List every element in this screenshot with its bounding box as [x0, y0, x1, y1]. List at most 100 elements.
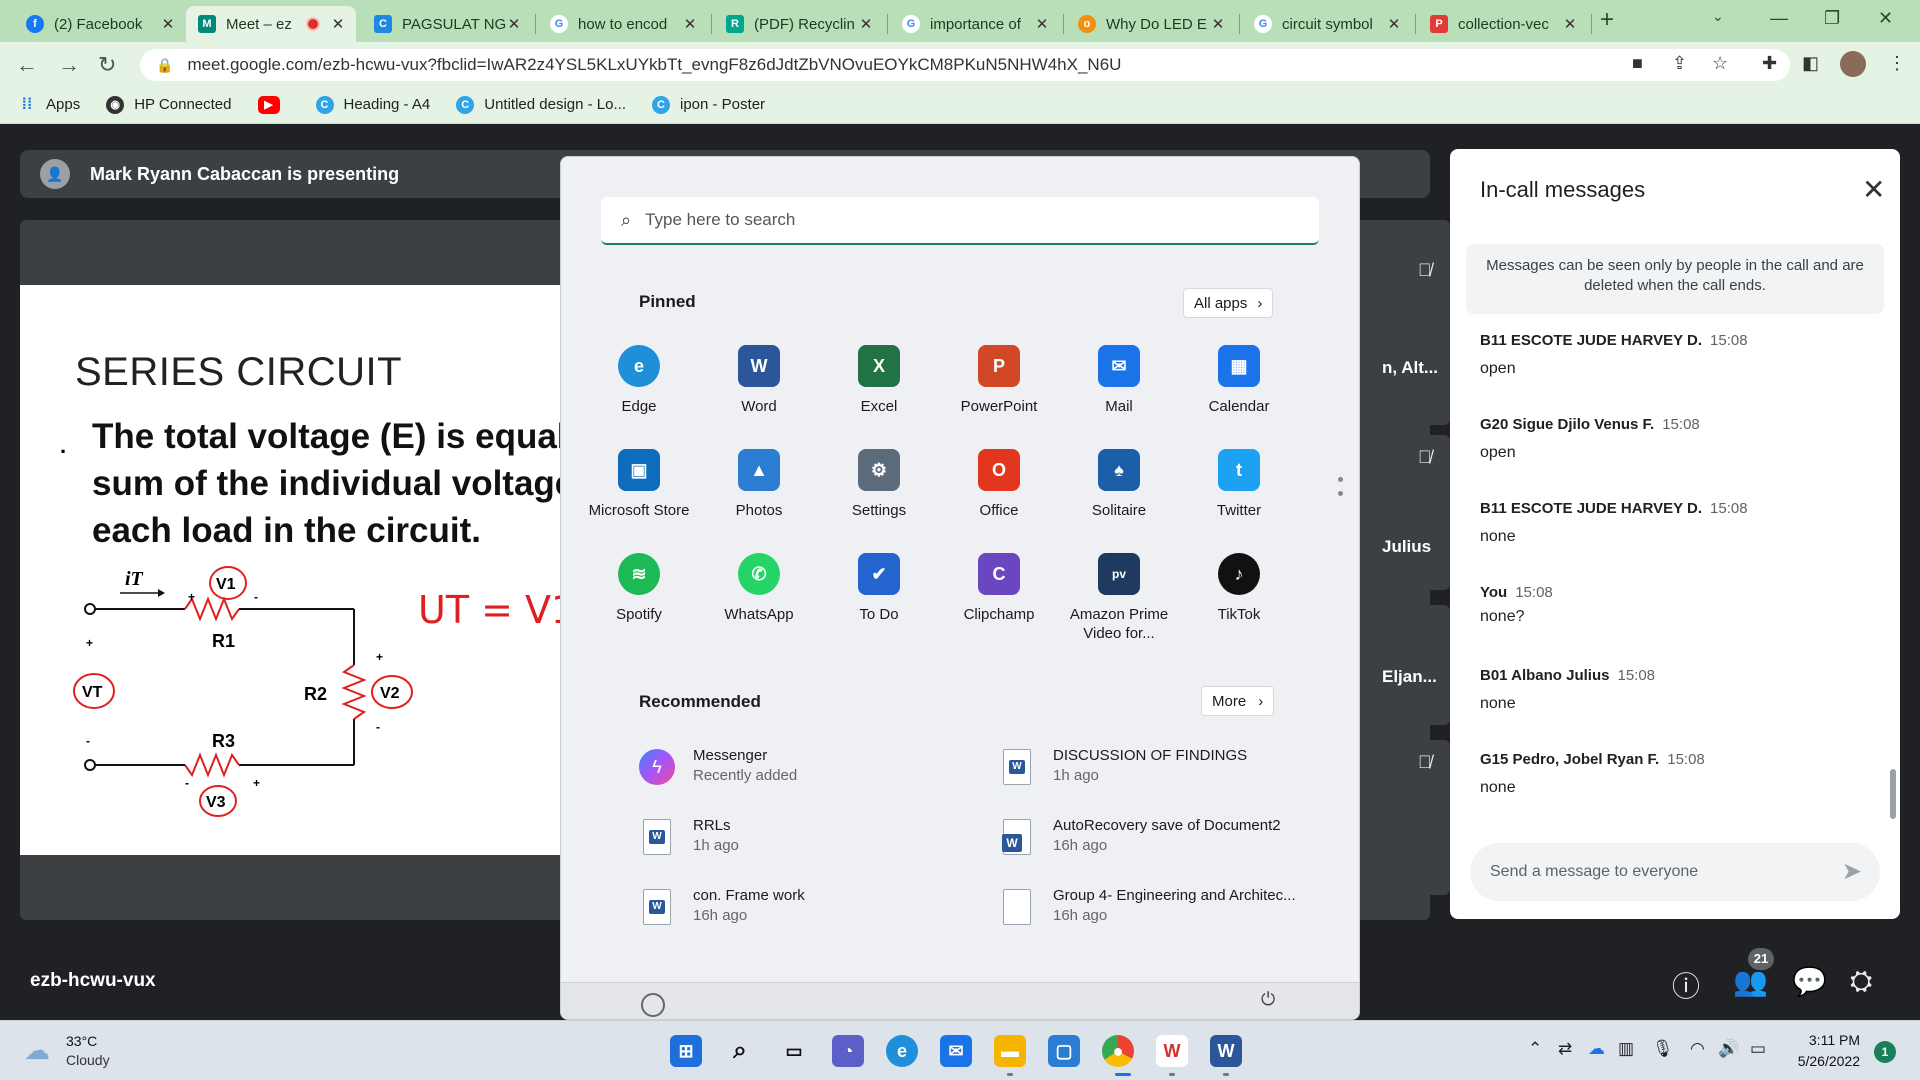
all-apps-button[interactable]: All apps ›: [1183, 288, 1274, 318]
page-indicator[interactable]: [1338, 477, 1343, 505]
pinned-app-settings[interactable]: ⚙ Settings: [819, 449, 939, 520]
profile-avatar[interactable]: [1840, 51, 1866, 77]
wifi-icon[interactable]: ◠: [1690, 1039, 1705, 1059]
tab-search-icon[interactable]: ⌄: [1712, 8, 1724, 25]
forward-icon[interactable]: →: [58, 52, 80, 78]
tab-google-search[interactable]: G importance of ✕: [890, 6, 1060, 42]
participant-tile[interactable]: 🎙̸: [1380, 740, 1450, 895]
pinned-app-spotify[interactable]: ≋ Spotify: [579, 553, 699, 624]
tab-researchgate[interactable]: R (PDF) Recyclin ✕: [714, 6, 884, 42]
close-icon[interactable]: ✕: [506, 15, 522, 33]
chat-scrollbar[interactable]: [1890, 769, 1896, 819]
info-icon[interactable]: ⓘ: [1672, 965, 1700, 1005]
pinned-app-microsoft-store[interactable]: ▣ Microsoft Store: [579, 449, 699, 520]
mail-icon[interactable]: ✉: [940, 1035, 972, 1067]
lock-icon[interactable]: 🔒: [156, 57, 173, 74]
pinned-app-office[interactable]: O Office: [939, 449, 1059, 520]
wps-office-icon[interactable]: W: [1156, 1035, 1188, 1067]
onedrive-icon[interactable]: ☁: [1588, 1039, 1605, 1059]
recommended-item[interactable]: Group 4- Engineering and Architec... 16h …: [999, 887, 1319, 927]
pinned-app-to-do[interactable]: ✔ To Do: [819, 553, 939, 624]
bookmark-canva-ipon[interactable]: C ipon - Poster: [651, 95, 765, 114]
close-icon[interactable]: ✕: [160, 15, 176, 33]
task-view-icon[interactable]: ▭: [778, 1035, 810, 1067]
pinned-app-edge[interactable]: e Edge: [579, 345, 699, 416]
tab-classroom[interactable]: C PAGSULAT NG ✕: [362, 6, 532, 42]
chat-icon[interactable]: 💬: [1792, 965, 1827, 998]
pinned-app-mail[interactable]: ✉ Mail: [1059, 345, 1179, 416]
url-bar[interactable]: 🔒 meet.google.com/ezb-hcwu-vux?fbclid=Iw…: [140, 49, 1790, 81]
sidepanel-icon[interactable]: ◧: [1802, 53, 1819, 74]
participant-tile[interactable]: 🎙̸ n, Alt...: [1380, 220, 1450, 425]
menu-icon[interactable]: ⋮: [1888, 53, 1906, 74]
pinned-app-clipchamp[interactable]: C Clipchamp: [939, 553, 1059, 624]
close-icon[interactable]: ✕: [1386, 15, 1402, 33]
meet-tray-icon[interactable]: ▥: [1618, 1039, 1634, 1059]
close-icon[interactable]: ✕: [1210, 15, 1226, 33]
send-icon[interactable]: ➤: [1842, 857, 1862, 886]
recommended-item[interactable]: W AutoRecovery save of Document2 16h ago: [999, 817, 1319, 857]
recommended-item[interactable]: W DISCUSSION OF FINDINGS 1h ago: [999, 747, 1319, 787]
start-search-input[interactable]: ⌕ Type here to search: [601, 197, 1319, 245]
chat-message-input[interactable]: Send a message to everyone ➤: [1470, 843, 1880, 901]
close-window-icon[interactable]: ✕: [1878, 8, 1893, 29]
extensions-icon[interactable]: ✚: [1762, 53, 1777, 74]
bookmark-apps[interactable]: ⁞⁞ Apps: [18, 96, 81, 114]
recommended-item[interactable]: ϟ Messenger Recently added: [639, 747, 959, 787]
close-icon[interactable]: ✕: [1562, 15, 1578, 33]
close-icon[interactable]: ✕: [1034, 15, 1050, 33]
file-explorer-icon[interactable]: ▬: [994, 1035, 1026, 1067]
bookmark-star-icon[interactable]: ☆: [1712, 53, 1728, 74]
tab-google-search[interactable]: G circuit symbol ✕: [1242, 6, 1412, 42]
weather-widget[interactable]: ☁ 33°C Cloudy: [24, 1033, 110, 1068]
pinned-app-powerpoint[interactable]: P PowerPoint: [939, 345, 1059, 416]
tab-google-search[interactable]: G how to encod ✕: [538, 6, 708, 42]
messenger-taskbar-icon[interactable]: ▢: [1048, 1035, 1080, 1067]
bookmark-hp-connected[interactable]: ◉ HP Connected: [106, 95, 232, 114]
close-icon[interactable]: ✕: [682, 15, 698, 33]
reload-icon[interactable]: ↻: [98, 52, 116, 78]
power-icon[interactable]: ⏻: [1261, 989, 1275, 1010]
more-button[interactable]: More ›: [1201, 686, 1275, 716]
tab-led-article[interactable]: o Why Do LED E ✕: [1066, 6, 1236, 42]
user-avatar[interactable]: [641, 993, 665, 1017]
close-icon[interactable]: ✕: [1862, 173, 1885, 206]
participant-tile[interactable]: Eljan...: [1380, 605, 1450, 725]
activities-icon[interactable]: ⛭: [1850, 965, 1872, 998]
clock[interactable]: 3:11 PM 5/26/2022: [1790, 1030, 1860, 1072]
network-transfer-icon[interactable]: ⇄: [1558, 1039, 1572, 1059]
pinned-app-photos[interactable]: ▲ Photos: [699, 449, 819, 520]
search-icon[interactable]: ⌕: [724, 1035, 756, 1067]
bookmark-youtube[interactable]: ▶: [257, 95, 290, 114]
pinned-app-twitter[interactable]: t Twitter: [1179, 449, 1299, 520]
close-icon[interactable]: ✕: [330, 15, 346, 33]
chevron-up-icon[interactable]: ⌃: [1528, 1039, 1542, 1059]
word-icon[interactable]: W: [1210, 1035, 1242, 1067]
pinned-app-tiktok[interactable]: ♪ TikTok: [1179, 553, 1299, 624]
pinned-app-calendar[interactable]: ▦ Calendar: [1179, 345, 1299, 416]
tab-pdf[interactable]: P collection-vec ✕: [1418, 6, 1588, 42]
bookmark-canva-untitled[interactable]: C Untitled design - Lo...: [456, 95, 626, 114]
close-icon[interactable]: ✕: [858, 15, 874, 33]
recommended-item[interactable]: W con. Frame work 16h ago: [639, 887, 959, 927]
restore-icon[interactable]: ❐: [1824, 8, 1840, 29]
edge-icon[interactable]: e: [886, 1035, 918, 1067]
tab-meet[interactable]: M Meet – ez ✕: [186, 6, 356, 42]
microphone-icon[interactable]: 🎙: [1652, 1039, 1674, 1059]
participant-tile[interactable]: 🎙̸ Julius: [1380, 435, 1450, 590]
notification-badge[interactable]: 1: [1874, 1041, 1896, 1063]
pinned-app-amazon-prime-video-for[interactable]: pv Amazon Prime Video for...: [1059, 553, 1179, 643]
share-icon[interactable]: ⇪: [1672, 53, 1687, 74]
start-icon[interactable]: ⊞: [670, 1035, 702, 1067]
recommended-item[interactable]: W RRLs 1h ago: [639, 817, 959, 857]
teams-chat-icon[interactable]: ◔: [832, 1035, 864, 1067]
tab-facebook[interactable]: f (2) Facebook ✕: [14, 6, 186, 42]
pinned-app-word[interactable]: W Word: [699, 345, 819, 416]
back-icon[interactable]: ←: [16, 52, 38, 78]
minimize-icon[interactable]: —: [1770, 8, 1788, 29]
camera-icon[interactable]: ■: [1632, 53, 1643, 74]
pinned-app-solitaire[interactable]: ♠ Solitaire: [1059, 449, 1179, 520]
pinned-app-excel[interactable]: X Excel: [819, 345, 939, 416]
battery-icon[interactable]: ▭: [1750, 1039, 1766, 1059]
new-tab-button[interactable]: +: [1600, 6, 1614, 34]
